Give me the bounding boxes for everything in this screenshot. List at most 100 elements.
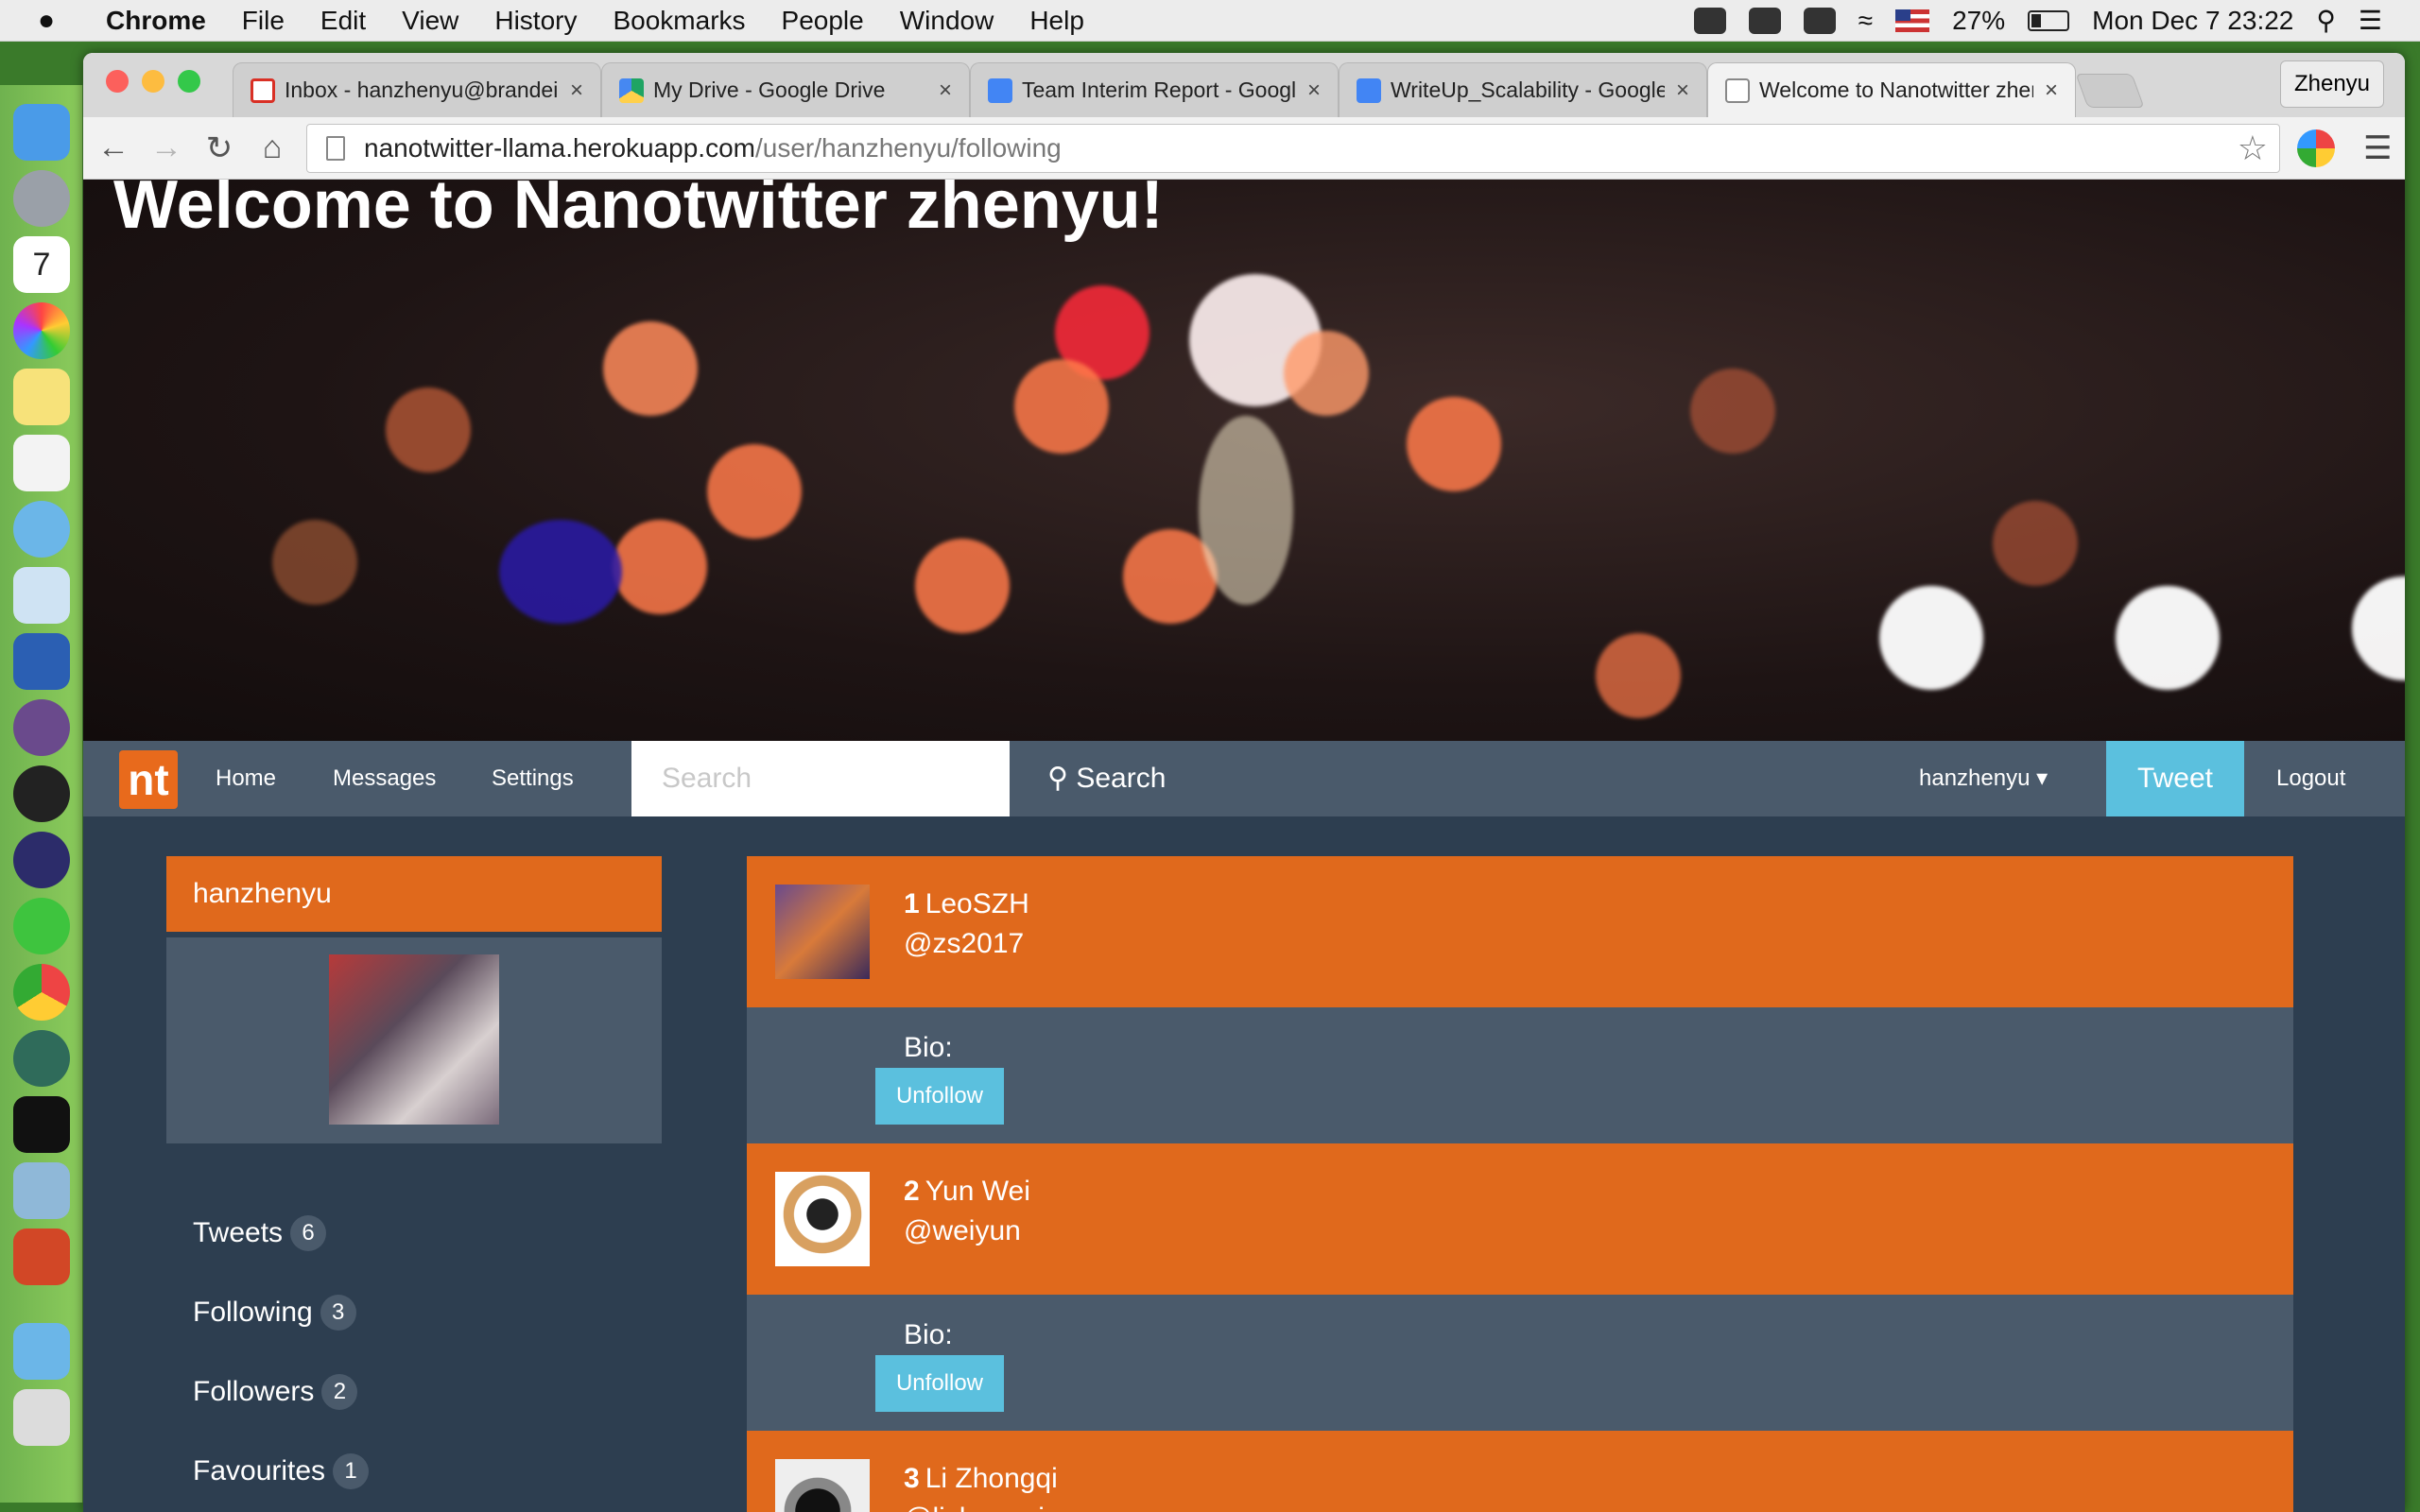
- page-icon: [1725, 77, 1750, 103]
- stat-following[interactable]: Following 3: [193, 1295, 356, 1331]
- user-dropdown[interactable]: hanzhenyu ▾: [1919, 741, 2048, 816]
- user-avatar[interactable]: [775, 1459, 870, 1512]
- tab-writeup-scalability[interactable]: WriteUp_Scalability - Google Docs ×: [1339, 62, 1707, 117]
- unfollow-button[interactable]: Unfollow: [875, 1068, 1004, 1125]
- launchpad-icon[interactable]: [13, 170, 70, 227]
- trash-icon[interactable]: [13, 1389, 70, 1446]
- nav-home[interactable]: Home: [216, 741, 276, 816]
- chrome-icon[interactable]: [13, 964, 70, 1021]
- tweet-button[interactable]: Tweet: [2106, 741, 2244, 816]
- eclipse-icon[interactable]: [13, 832, 70, 888]
- tab-google-drive[interactable]: My Drive - Google Drive ×: [601, 62, 970, 117]
- preview-icon[interactable]: [13, 567, 70, 624]
- minimize-window-button[interactable]: [142, 70, 164, 93]
- profile-card: [166, 937, 662, 1143]
- image-viewer-icon[interactable]: [13, 1162, 70, 1219]
- qq-status-icon[interactable]: [1803, 7, 1836, 34]
- bokeh-light: [499, 520, 622, 624]
- bokeh-light: [613, 520, 707, 614]
- atom-icon[interactable]: [13, 1030, 70, 1087]
- extension-icon[interactable]: [2297, 129, 2335, 167]
- nav-settings[interactable]: Settings: [492, 741, 574, 816]
- notes-icon[interactable]: [13, 369, 70, 425]
- textedit-icon[interactable]: [13, 435, 70, 491]
- user-avatar[interactable]: [775, 885, 870, 979]
- photos-icon[interactable]: [13, 302, 70, 359]
- profile-button[interactable]: Zhenyu: [2280, 60, 2384, 108]
- user-handle: @lizhongqi: [904, 1503, 1045, 1512]
- logout-link[interactable]: Logout: [2276, 741, 2345, 816]
- avatar[interactable]: [329, 954, 499, 1125]
- spotlight-search-icon[interactable]: ⚲: [2316, 5, 2336, 36]
- apple-menu-icon[interactable]: ●: [38, 5, 95, 37]
- dropbox-status-icon[interactable]: [1748, 7, 1781, 34]
- calendar-icon[interactable]: 7: [13, 236, 70, 293]
- forward-arrow-icon[interactable]: →: [140, 129, 193, 166]
- tab-gmail[interactable]: Inbox - hanzhenyu@brandeis.edu ×: [233, 62, 601, 117]
- user-name-text: LeoSZH: [925, 888, 1029, 919]
- github-icon[interactable]: [13, 699, 70, 756]
- wifi-icon[interactable]: ≈: [1858, 6, 1873, 36]
- browser-window: Inbox - hanzhenyu@brandeis.edu × My Driv…: [83, 53, 2405, 1512]
- menu-bookmarks[interactable]: Bookmarks: [613, 6, 745, 36]
- menu-window[interactable]: Window: [900, 6, 994, 36]
- tab-close-icon[interactable]: ×: [1307, 77, 1321, 104]
- tab-team-interim-report[interactable]: Team Interim Report - Google Docs ×: [970, 62, 1339, 117]
- menu-people[interactable]: People: [782, 6, 864, 36]
- wechat-status-icon[interactable]: [1693, 7, 1726, 34]
- tab-close-icon[interactable]: ×: [1676, 77, 1689, 104]
- tab-close-icon[interactable]: ×: [2045, 77, 2058, 104]
- stat-favourites[interactable]: Favourites 1: [193, 1453, 370, 1489]
- powerpoint-icon[interactable]: [13, 1228, 70, 1285]
- folder-icon[interactable]: [13, 1323, 70, 1380]
- tab-close-icon[interactable]: ×: [939, 77, 952, 104]
- nav-messages[interactable]: Messages: [333, 741, 436, 816]
- battery-icon[interactable]: [2028, 9, 2070, 31]
- new-tab-button[interactable]: [2075, 74, 2145, 108]
- bokeh-light: [915, 539, 1010, 633]
- clock[interactable]: Mon Dec 7 23:22: [2092, 6, 2293, 36]
- back-arrow-icon[interactable]: ←: [87, 129, 140, 166]
- address-bar[interactable]: nanotwitter-llama.herokuapp.com/user/han…: [306, 123, 2280, 173]
- menu-help[interactable]: Help: [1029, 6, 1084, 36]
- input-source-flag-icon[interactable]: [1895, 9, 1930, 32]
- menu-file[interactable]: File: [242, 6, 285, 36]
- tab-nanotwitter[interactable]: Welcome to Nanotwitter zhenyu! ×: [1707, 62, 2076, 117]
- chrome-menu-icon[interactable]: ☰: [2363, 129, 2392, 167]
- bokeh-light: [1879, 586, 1983, 690]
- tab-title: Inbox - hanzhenyu@brandeis.edu: [285, 77, 559, 102]
- menu-edit[interactable]: Edit: [320, 6, 366, 36]
- search-button[interactable]: ⚲ Search: [1047, 741, 1166, 816]
- qq-icon[interactable]: [13, 765, 70, 822]
- notification-list-icon[interactable]: ☰: [2359, 5, 2382, 36]
- page-info-icon[interactable]: [326, 135, 345, 161]
- el-capitan-installer-icon[interactable]: [13, 501, 70, 558]
- menu-view[interactable]: View: [402, 6, 458, 36]
- url-host: nanotwitter-llama.herokuapp.com: [364, 132, 755, 163]
- user-name[interactable]: 3 Li Zhongqi: [904, 1463, 1058, 1495]
- menu-history[interactable]: History: [494, 6, 577, 36]
- bokeh-light: [603, 321, 698, 416]
- finder-icon[interactable]: [13, 104, 70, 161]
- search-button-label: Search: [1076, 763, 1167, 794]
- nanotwitter-logo[interactable]: nt: [119, 750, 178, 809]
- tab-close-icon[interactable]: ×: [570, 77, 583, 104]
- zoom-window-button[interactable]: [178, 70, 200, 93]
- unfollow-button[interactable]: Unfollow: [875, 1355, 1004, 1412]
- word-icon[interactable]: [13, 633, 70, 690]
- bokeh-light: [2352, 576, 2405, 680]
- home-icon[interactable]: ⌂: [246, 129, 299, 166]
- user-name[interactable]: 1 LeoSZH: [904, 888, 1029, 920]
- bookmark-star-icon[interactable]: ☆: [2238, 129, 2268, 168]
- menu-app-chrome[interactable]: Chrome: [106, 6, 206, 36]
- stat-followers[interactable]: Followers 2: [193, 1374, 358, 1410]
- user-avatar[interactable]: [775, 1172, 870, 1266]
- user-name[interactable]: 2 Yun Wei: [904, 1176, 1030, 1208]
- bokeh-light: [1993, 501, 2078, 586]
- search-input[interactable]: [631, 741, 1010, 816]
- reload-icon[interactable]: ↻: [193, 129, 246, 167]
- close-window-button[interactable]: [106, 70, 129, 93]
- wechat-icon[interactable]: [13, 898, 70, 954]
- terminal-icon[interactable]: [13, 1096, 70, 1153]
- stat-tweets[interactable]: Tweets 6: [193, 1215, 327, 1251]
